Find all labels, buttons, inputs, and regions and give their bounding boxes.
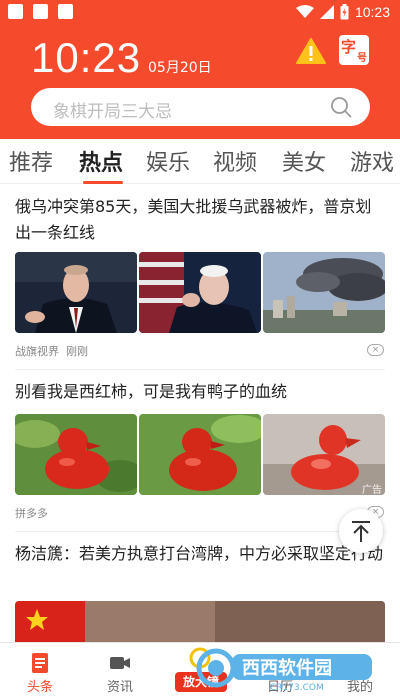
news-thumbnail[interactable]	[263, 252, 385, 333]
search-placeholder: 象棋开局三大忌	[53, 102, 172, 122]
news-source: 战旗视界	[15, 345, 59, 358]
news-title[interactable]: 杨洁篪：若美方执意打台湾牌，中方必采取坚定行动	[15, 541, 387, 567]
tab-beauty[interactable]: 美女	[282, 145, 326, 177]
nav-item-info[interactable]: 资讯	[80, 643, 160, 700]
news-title[interactable]: 俄乌冲突第85天，美国大批援乌武器被炸，普京划出一条红线	[15, 194, 387, 246]
font-size-char: 字	[341, 38, 357, 56]
ad-thumbnail[interactable]	[15, 414, 137, 495]
warning-icon[interactable]	[296, 38, 326, 64]
header-clock: 10:23	[31, 34, 142, 81]
font-size-char: 号	[357, 53, 367, 64]
ad-tag: 广告	[362, 485, 382, 496]
arrow-up-icon	[352, 521, 370, 542]
category-tabs: 推荐 热点 娱乐 视频 美女 游戏	[0, 139, 400, 184]
nav-item-headlines[interactable]: 头条	[0, 643, 80, 700]
notification-icon	[58, 4, 73, 19]
tab-entertainment[interactable]: 娱乐	[146, 145, 190, 177]
video-icon	[110, 657, 130, 669]
watermark-text: 西西软件园	[242, 657, 332, 679]
watermark-logo: 西西软件园 CR173.COM	[196, 648, 372, 692]
tab-games[interactable]: 游戏	[350, 145, 394, 177]
news-thumbnail[interactable]	[139, 252, 261, 333]
wifi-icon	[295, 5, 314, 18]
news-source: 拼多多	[15, 507, 48, 520]
divider	[15, 369, 385, 370]
news-meta: 战旗视界 刚刚	[15, 343, 88, 359]
news-icon	[32, 653, 48, 673]
notification-icon	[8, 4, 23, 19]
tab-video[interactable]: 视频	[213, 145, 257, 177]
font-size-button[interactable]: 字 号	[339, 35, 369, 65]
notification-icon	[33, 4, 48, 19]
search-icon[interactable]	[330, 96, 352, 118]
search-bar[interactable]: 象棋开局三大忌	[31, 88, 370, 126]
news-thumbnail[interactable]	[15, 601, 385, 642]
news-thumbnail[interactable]	[15, 252, 137, 333]
app-header: 10:23 10:23 05月20日 字 号 象棋开局三大忌	[0, 0, 400, 139]
header-date: 05月20日	[148, 60, 212, 76]
dismiss-icon[interactable]: ×	[367, 344, 384, 356]
active-tab-indicator	[83, 181, 123, 184]
divider	[15, 531, 385, 532]
status-time: 10:23	[354, 4, 390, 20]
tab-hot[interactable]: 热点	[79, 145, 123, 177]
status-bar: 10:23	[0, 0, 400, 24]
news-meta: 拼多多	[15, 505, 48, 521]
ad-thumbnail[interactable]	[139, 414, 261, 495]
tab-recommend[interactable]: 推荐	[9, 145, 53, 177]
news-time: 刚刚	[66, 345, 88, 358]
scroll-to-top-button[interactable]	[339, 509, 383, 553]
nav-label: 资讯	[106, 680, 133, 695]
battery-icon	[340, 4, 349, 20]
nav-label: 头条	[26, 680, 53, 695]
watermark-domain: CR173.COM	[270, 683, 324, 692]
news-title[interactable]: 别看我是西红柿，可是我有鸭子的血统	[15, 379, 387, 405]
signal-icon	[319, 5, 334, 19]
